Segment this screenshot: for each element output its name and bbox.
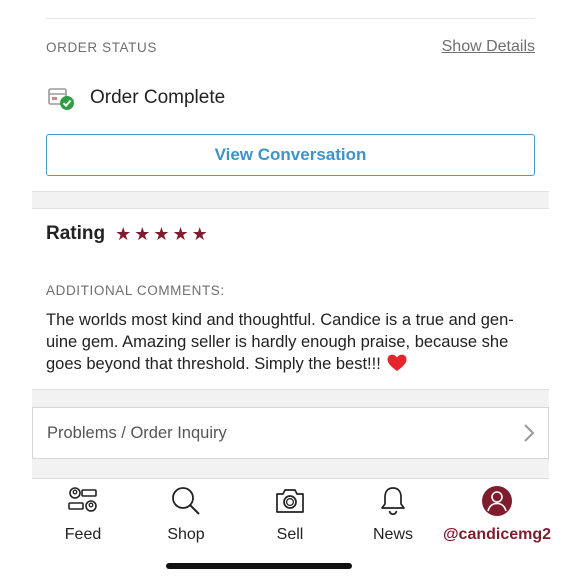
tab-feed-label: Feed (64, 526, 102, 543)
feed-icon (67, 485, 99, 522)
tab-profile-label: @candicemg2 (442, 526, 552, 543)
chevron-right-icon (522, 423, 536, 443)
order-status-row: Order Complete (46, 84, 225, 112)
package-check-icon (46, 84, 76, 112)
screen: ORDER STATUS Show Details Order Complete… (0, 0, 580, 580)
view-conversation-button[interactable]: View Conversation (46, 134, 535, 176)
tab-news-label: News (372, 526, 413, 543)
tab-sell-label: Sell (276, 526, 304, 543)
star-icon: ★ (191, 224, 208, 244)
rating-label: Rating (46, 223, 106, 244)
left-margin (0, 0, 32, 580)
star-icon: ★ (153, 224, 170, 244)
search-icon (170, 485, 202, 522)
tab-feed[interactable]: Feed (38, 485, 128, 544)
divider (46, 18, 535, 19)
star-icon: ★ (115, 224, 132, 244)
tab-shop[interactable]: Shop (141, 485, 231, 544)
home-indicator[interactable] (166, 563, 352, 569)
heart-emoji-icon (387, 354, 407, 372)
order-status-text: Order Complete (90, 87, 226, 108)
tab-news[interactable]: News (348, 485, 438, 544)
star-rating: ★ ★ ★ ★ ★ (115, 225, 208, 243)
order-status-card: ORDER STATUS Show Details Order Complete… (32, 0, 549, 192)
order-inquiry-label: Problems / Order Inquiry (47, 423, 227, 442)
tab-profile[interactable]: @candicemg2 (443, 485, 551, 544)
additional-comments-label: ADDITIONAL COMMENTS: (46, 283, 225, 298)
additional-comments-text: The worlds most kind and thoughtful. Can… (46, 309, 538, 375)
order-inquiry-row[interactable]: Problems / Order Inquiry (32, 407, 549, 459)
show-details-link[interactable]: Show Details (442, 38, 535, 56)
bell-icon (377, 485, 409, 522)
rating-row: Rating ★ ★ ★ ★ ★ (46, 223, 208, 245)
order-detail-content[interactable]: ORDER STATUS Show Details Order Complete… (32, 0, 551, 580)
star-icon: ★ (172, 224, 189, 244)
rating-card: Rating ★ ★ ★ ★ ★ ADDITIONAL COMMENTS: The wo… (32, 208, 549, 390)
camera-icon (274, 485, 306, 522)
right-margin (549, 0, 580, 580)
avatar-icon (481, 485, 513, 522)
comments-body: The worlds most kind and thoughtful. Can… (46, 311, 514, 373)
order-status-label: ORDER STATUS (46, 40, 157, 55)
tab-shop-label: Shop (167, 526, 205, 543)
star-icon: ★ (134, 224, 151, 244)
tab-sell[interactable]: Sell (245, 485, 335, 544)
